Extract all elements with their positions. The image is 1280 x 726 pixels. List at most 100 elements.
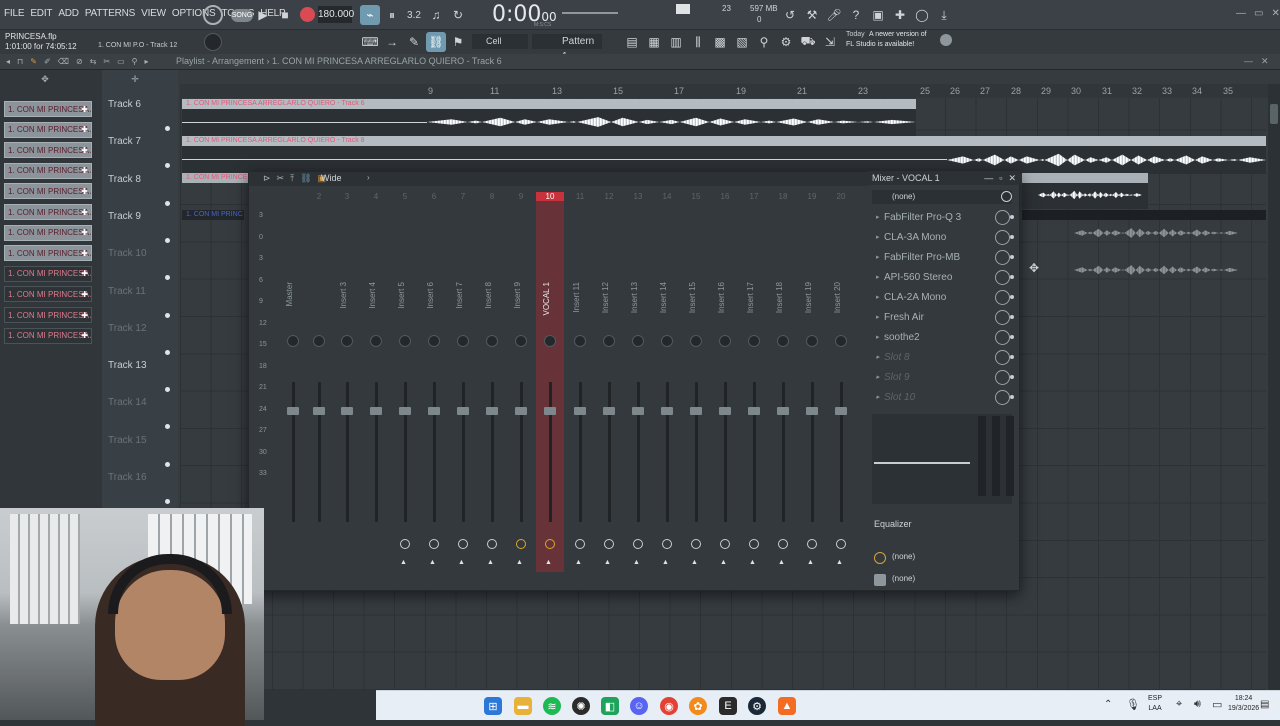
slip-tool-icon[interactable]: ⇆ <box>90 57 97 66</box>
draw-tool-icon[interactable]: ✎ <box>30 57 37 66</box>
effect-slot[interactable]: ▸ CLA-2A Mono <box>876 287 1016 307</box>
fader-cap[interactable] <box>690 407 702 415</box>
master-pitch-knob[interactable] <box>204 33 222 51</box>
cart-icon[interactable]: ⛟ <box>798 32 818 52</box>
pan-knob[interactable] <box>603 335 615 347</box>
volume-fader[interactable] <box>491 382 494 522</box>
clip-track9[interactable]: 1. CON MI PRINC <box>182 210 244 220</box>
clip-add-icon[interactable]: ✚ <box>81 208 88 217</box>
slot-mix-knob[interactable] <box>995 230 1010 245</box>
mixer-strip[interactable]: 17 Insert 17 ▲ <box>740 192 768 572</box>
tools-icon[interactable]: ⚙ <box>776 32 796 52</box>
mixer-strip[interactable]: 14 Insert 14 ▲ <box>653 192 681 572</box>
magnet-icon[interactable]: ⊓ <box>17 57 23 66</box>
mixer-strip[interactable]: 4 Insert 4 <box>362 192 390 572</box>
volume-fader[interactable] <box>549 382 552 522</box>
clip-add-icon[interactable]: ✚ <box>81 331 88 340</box>
slot-enable-dot[interactable] <box>1010 215 1014 219</box>
volume-fader[interactable] <box>292 382 295 522</box>
clip-item[interactable]: 1. CON MI PRINCESA A...✚ <box>4 265 92 282</box>
route-clock-icon[interactable] <box>575 539 585 549</box>
mixer-minimize-icon[interactable]: — <box>984 171 993 185</box>
send-arrow-icon[interactable]: ▲ <box>836 559 843 566</box>
mixer-strip[interactable]: 16 Insert 16 ▲ <box>711 192 739 572</box>
effect-slot[interactable]: ▸ Slot 8 <box>876 347 1016 367</box>
clip-track8[interactable]: 1. CON MI PRINCESA <box>182 173 248 183</box>
slot-enable-dot[interactable] <box>1010 395 1014 399</box>
send-arrow-icon[interactable]: ▲ <box>749 559 756 566</box>
clip-item[interactable]: 1. CON MI PRINCESA A...✚ <box>4 142 92 159</box>
output-route-icon[interactable] <box>874 574 886 586</box>
volume-fader[interactable] <box>608 382 611 522</box>
route-clock-icon[interactable] <box>487 539 497 549</box>
clip-item[interactable]: 1. CON MI PRINCESA A...✚ <box>4 204 92 220</box>
pan-knob[interactable] <box>835 335 847 347</box>
route-clock-icon[interactable] <box>778 539 788 549</box>
effect-slot[interactable]: ▸ FabFilter Pro-Q 3 <box>876 207 1016 227</box>
mixer-strip[interactable]: Master <box>279 192 307 572</box>
timeline-ruler[interactable]: 9 11 13 15 17 19 21 23 25 26 27 28 29 30 31 32 33 34 35 <box>180 84 1270 98</box>
pan-knob[interactable] <box>777 335 789 347</box>
eq-curve[interactable] <box>874 462 970 464</box>
volume-fader[interactable] <box>666 382 669 522</box>
clip-track7[interactable]: 1. CON MI PRINCESA ARREGLARLO QUIERO - T… <box>182 136 1266 146</box>
track-label[interactable]: Track 16 <box>108 472 147 483</box>
track-label[interactable]: Track 15 <box>108 435 147 446</box>
clip-add-icon[interactable]: ✚ <box>81 228 88 237</box>
playback-tool-icon[interactable]: ▸ <box>145 57 149 66</box>
clip-item[interactable]: 1. CON MI PRINCESA A...✚ <box>4 183 92 200</box>
app-icon[interactable]: ▲ <box>778 697 796 715</box>
track-label[interactable]: Track 11 <box>108 286 146 297</box>
plugin-icon[interactable]: ✚ <box>890 5 910 25</box>
volume-fader[interactable] <box>753 382 756 522</box>
route-clock-icon[interactable] <box>662 539 672 549</box>
volume-fader[interactable] <box>840 382 843 522</box>
epic-games-icon[interactable]: E <box>719 697 737 715</box>
pan-knob[interactable] <box>661 335 673 347</box>
volume-fader[interactable] <box>520 382 523 522</box>
play-button[interactable]: ▶ <box>253 5 273 25</box>
clock[interactable]: 18:24 19/3/2026 <box>1228 694 1259 714</box>
steam-icon[interactable]: ⚙ <box>748 697 766 715</box>
playlist-close-icon[interactable]: ✕ <box>1261 56 1269 67</box>
pan-knob[interactable] <box>515 335 527 347</box>
fader-cap[interactable] <box>428 407 440 415</box>
track-label[interactable]: Track 14 <box>108 397 147 408</box>
channel-rack-icon[interactable]: ▥ <box>666 32 686 52</box>
tempo-display[interactable]: 180.000 <box>318 6 354 23</box>
mixer-strip[interactable]: 5 Insert 5 ▲ <box>391 192 419 572</box>
fader-cap[interactable] <box>515 407 527 415</box>
slot-expand-icon[interactable]: ▸ <box>876 293 884 301</box>
track-enable-dot[interactable] <box>165 200 170 206</box>
pan-knob[interactable] <box>313 335 325 347</box>
route-clock-icon[interactable] <box>604 539 614 549</box>
slot-mix-knob[interactable] <box>995 310 1010 325</box>
slot-mix-knob[interactable] <box>995 270 1010 285</box>
volume-fader[interactable] <box>462 382 465 522</box>
eq-band1-slider[interactable] <box>978 416 986 496</box>
vertical-scrollbar[interactable] <box>1268 84 1280 690</box>
fader-cap[interactable] <box>777 407 789 415</box>
effect-slot[interactable]: ▸ Fresh Air <box>876 307 1016 327</box>
route-clock-icon[interactable] <box>749 539 759 549</box>
track-label[interactable]: Track 13 <box>108 360 147 371</box>
slot-mix-knob[interactable] <box>995 250 1010 265</box>
clip-add-icon[interactable]: ✚ <box>81 166 88 175</box>
export-icon[interactable]: ⇲ <box>820 32 840 52</box>
save-icon[interactable]: ▣ <box>868 5 888 25</box>
slot-expand-icon[interactable]: ▸ <box>876 373 884 381</box>
fader-cap[interactable] <box>603 407 615 415</box>
mixer-icon[interactable]: ⚒ <box>802 5 822 25</box>
slot-enable-dot[interactable] <box>1010 255 1014 259</box>
volume-fader[interactable] <box>637 382 640 522</box>
fader-cap[interactable] <box>544 407 556 415</box>
arrow-left-icon[interactable]: ◂ <box>6 57 10 66</box>
countdown-icon[interactable]: 3.2 <box>404 5 424 25</box>
volume-fader[interactable] <box>724 382 727 522</box>
clip-add-icon[interactable]: ✚ <box>81 311 88 320</box>
mixer-strip[interactable]: 10 VOCAL 1 ▲ <box>536 192 564 572</box>
mixer-strip[interactable]: 13 Insert 13 ▲ <box>624 192 652 572</box>
send-arrow-icon[interactable]: ▲ <box>662 559 669 566</box>
mixer-strip[interactable]: 18 Insert 18 ▲ <box>769 192 797 572</box>
fader-cap[interactable] <box>719 407 731 415</box>
